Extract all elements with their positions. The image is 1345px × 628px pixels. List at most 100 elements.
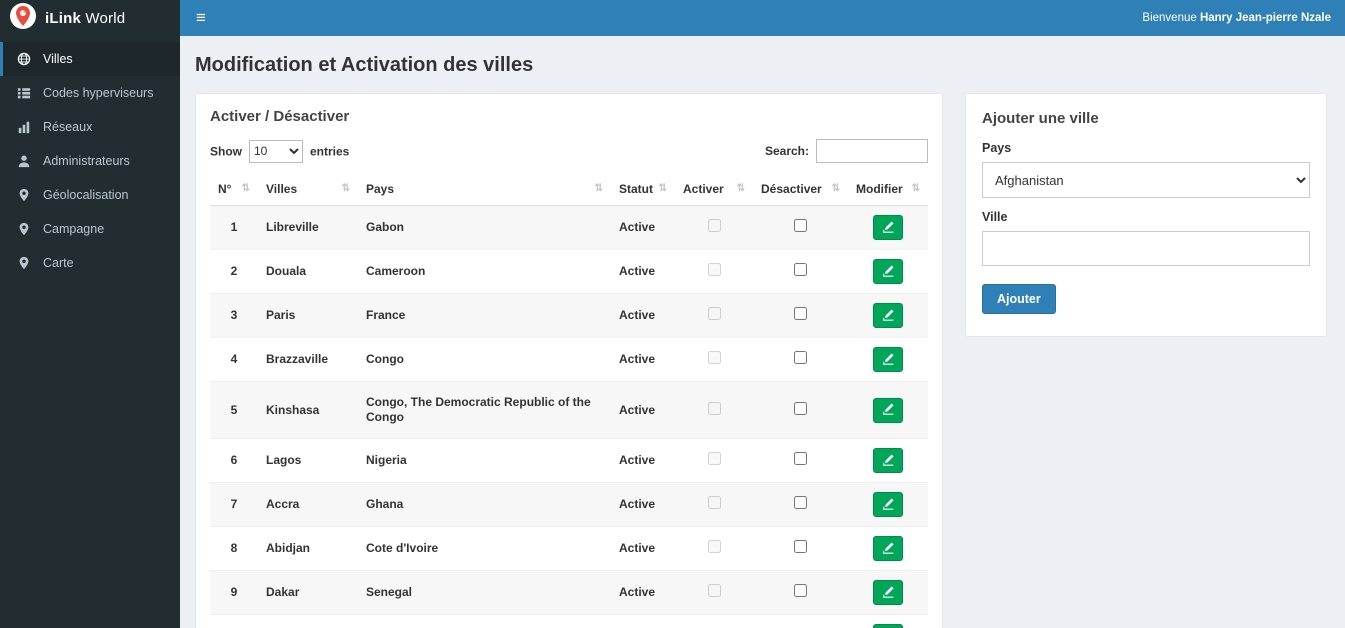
modifier-button[interactable]: [873, 397, 903, 423]
search-input[interactable]: [816, 139, 928, 163]
list-icon: [16, 86, 32, 100]
desactiver-checkbox[interactable]: [794, 540, 807, 553]
column-header[interactable]: N° ⇅: [210, 173, 258, 206]
cell-ville: Lagos: [266, 453, 302, 467]
cell-pays: Cote d'Ivoire: [366, 541, 439, 555]
edit-icon: [882, 585, 895, 601]
activer-checkbox[interactable]: [707, 584, 721, 597]
modifier-button[interactable]: [873, 215, 903, 240]
activer-checkbox[interactable]: [707, 452, 721, 465]
column-header[interactable]: Activer ⇅: [675, 173, 753, 206]
chart-bars-icon: [16, 120, 32, 134]
ville-label: Ville: [982, 210, 1008, 224]
modifier-button[interactable]: [873, 492, 903, 517]
column-header[interactable]: Modifier ⇅: [848, 173, 928, 206]
cell-activer: [675, 250, 753, 294]
activer-checkbox[interactable]: [707, 540, 721, 553]
ajouter-button[interactable]: Ajouter: [982, 284, 1056, 314]
cell-activer: [675, 483, 753, 527]
cell-ville: Dakar: [266, 585, 300, 599]
cell-modifier: [848, 571, 928, 615]
column-header[interactable]: Villes ⇅: [258, 173, 358, 206]
table-row: 10BamakoMaliActive: [210, 614, 928, 628]
cell-pays: Cameroon: [366, 264, 426, 278]
sidebar-item-campagne[interactable]: Campagne: [0, 212, 180, 246]
desactiver-checkbox[interactable]: [794, 219, 807, 232]
cities-table-panel: Activer / Désactiver Show 10 entries Searc…: [195, 93, 943, 628]
sidebar-item-administrateurs[interactable]: Administrateurs: [0, 144, 180, 178]
sidebar-menu: Villes Codes hyperviseurs Réseaux Administr…: [0, 42, 180, 280]
column-label: Modifier: [856, 182, 903, 196]
desactiver-checkbox[interactable]: [794, 452, 807, 465]
sidebar: Villes Codes hyperviseurs Réseaux Administr…: [0, 36, 180, 628]
desactiver-checkbox[interactable]: [794, 401, 807, 415]
page-length-select[interactable]: 10: [249, 139, 303, 163]
cell-statut: Active: [619, 352, 656, 366]
column-header[interactable]: Pays ⇅: [358, 173, 611, 206]
cell-num: 3: [230, 308, 238, 322]
cell-desactiver: [753, 615, 848, 628]
column-header[interactable]: Statut ⇅: [611, 173, 675, 206]
cell-desactiver: [753, 527, 848, 571]
top-navbar: iLink World ≡ Bienvenue Hanry Jean-pierr…: [0, 0, 1345, 36]
sidebar-item-carte[interactable]: Carte: [0, 246, 180, 280]
table-body: 1 Libreville Gabon Active 2 Douala Cameroon Act…: [210, 205, 928, 628]
table-row: 5 Kinshasa Congo, The Democratic Republic …: [210, 381, 928, 439]
modifier-button[interactable]: [873, 580, 903, 605]
sort-icon: ⇅: [241, 183, 250, 194]
activer-checkbox[interactable]: [707, 351, 721, 364]
sidebar-item-geolocalisation[interactable]: Géolocalisation: [0, 178, 180, 212]
modifier-button[interactable]: [873, 347, 903, 372]
cell-pays: Congo, The Democratic Republic of the Co…: [366, 395, 591, 424]
add-panel-title: Ajouter une ville: [982, 110, 1099, 127]
menu-icon[interactable]: ≡: [180, 0, 222, 36]
sidebar-item-label: Réseaux: [43, 120, 93, 134]
cell-activer: [675, 206, 753, 250]
table-row: 1 Libreville Gabon Active: [210, 205, 928, 250]
sidebar-item-label: Administrateurs: [43, 154, 130, 168]
cell-desactiver: [753, 250, 848, 294]
desactiver-checkbox[interactable]: [794, 307, 807, 320]
cell-num: 8: [230, 541, 238, 555]
cell-activer: [675, 294, 753, 338]
cell-statut: Active: [619, 453, 656, 467]
cell-ville: Abidjan: [266, 541, 310, 555]
desactiver-checkbox[interactable]: [794, 496, 807, 509]
cell-pays: Mali: [358, 615, 611, 628]
activer-checkbox[interactable]: [707, 401, 721, 415]
modifier-button[interactable]: [873, 303, 903, 328]
activer-checkbox[interactable]: [707, 263, 721, 276]
ville-input[interactable]: [982, 231, 1310, 266]
brand[interactable]: iLink World: [0, 0, 180, 36]
edit-icon: [882, 264, 895, 280]
cell-desactiver: [753, 439, 848, 483]
cell-statut: Active: [619, 220, 656, 234]
activer-checkbox[interactable]: [707, 496, 721, 509]
search-control: Search:: [765, 139, 928, 163]
column-label: Statut: [619, 182, 653, 196]
sidebar-item-codes-hyperviseurs[interactable]: Codes hyperviseurs: [0, 76, 180, 110]
cell-statut: Active: [619, 585, 656, 599]
desactiver-checkbox[interactable]: [794, 584, 807, 597]
table-panel-title: Activer / Désactiver: [210, 108, 350, 125]
modifier-button[interactable]: [873, 448, 903, 473]
modifier-button[interactable]: [873, 536, 903, 561]
desactiver-checkbox[interactable]: [794, 263, 807, 276]
cell-num: 6: [230, 453, 238, 467]
table-row: 2 Douala Cameroon Active: [210, 249, 928, 294]
column-header[interactable]: Désactiver ⇅: [753, 173, 848, 206]
pays-select[interactable]: Afghanistan: [982, 162, 1310, 198]
cell-num: 9: [230, 585, 238, 599]
modifier-button[interactable]: [873, 624, 903, 628]
desactiver-checkbox[interactable]: [794, 351, 807, 364]
activer-checkbox[interactable]: [707, 219, 721, 232]
activer-checkbox[interactable]: [707, 307, 721, 320]
sort-icon: ⇅: [911, 183, 920, 194]
sidebar-item-reseaux[interactable]: Réseaux: [0, 110, 180, 144]
cell-activer: [675, 571, 753, 615]
cities-table: N° ⇅ Villes ⇅ Pays ⇅ Statut ⇅ Activer ⇅ Désactiver…: [210, 173, 928, 628]
cell-modifier: [848, 527, 928, 571]
table-header-row: N° ⇅ Villes ⇅ Pays ⇅ Statut ⇅ Activer ⇅ Désactiver…: [210, 173, 928, 206]
modifier-button[interactable]: [873, 259, 903, 284]
sidebar-item-villes[interactable]: Villes: [0, 42, 180, 76]
